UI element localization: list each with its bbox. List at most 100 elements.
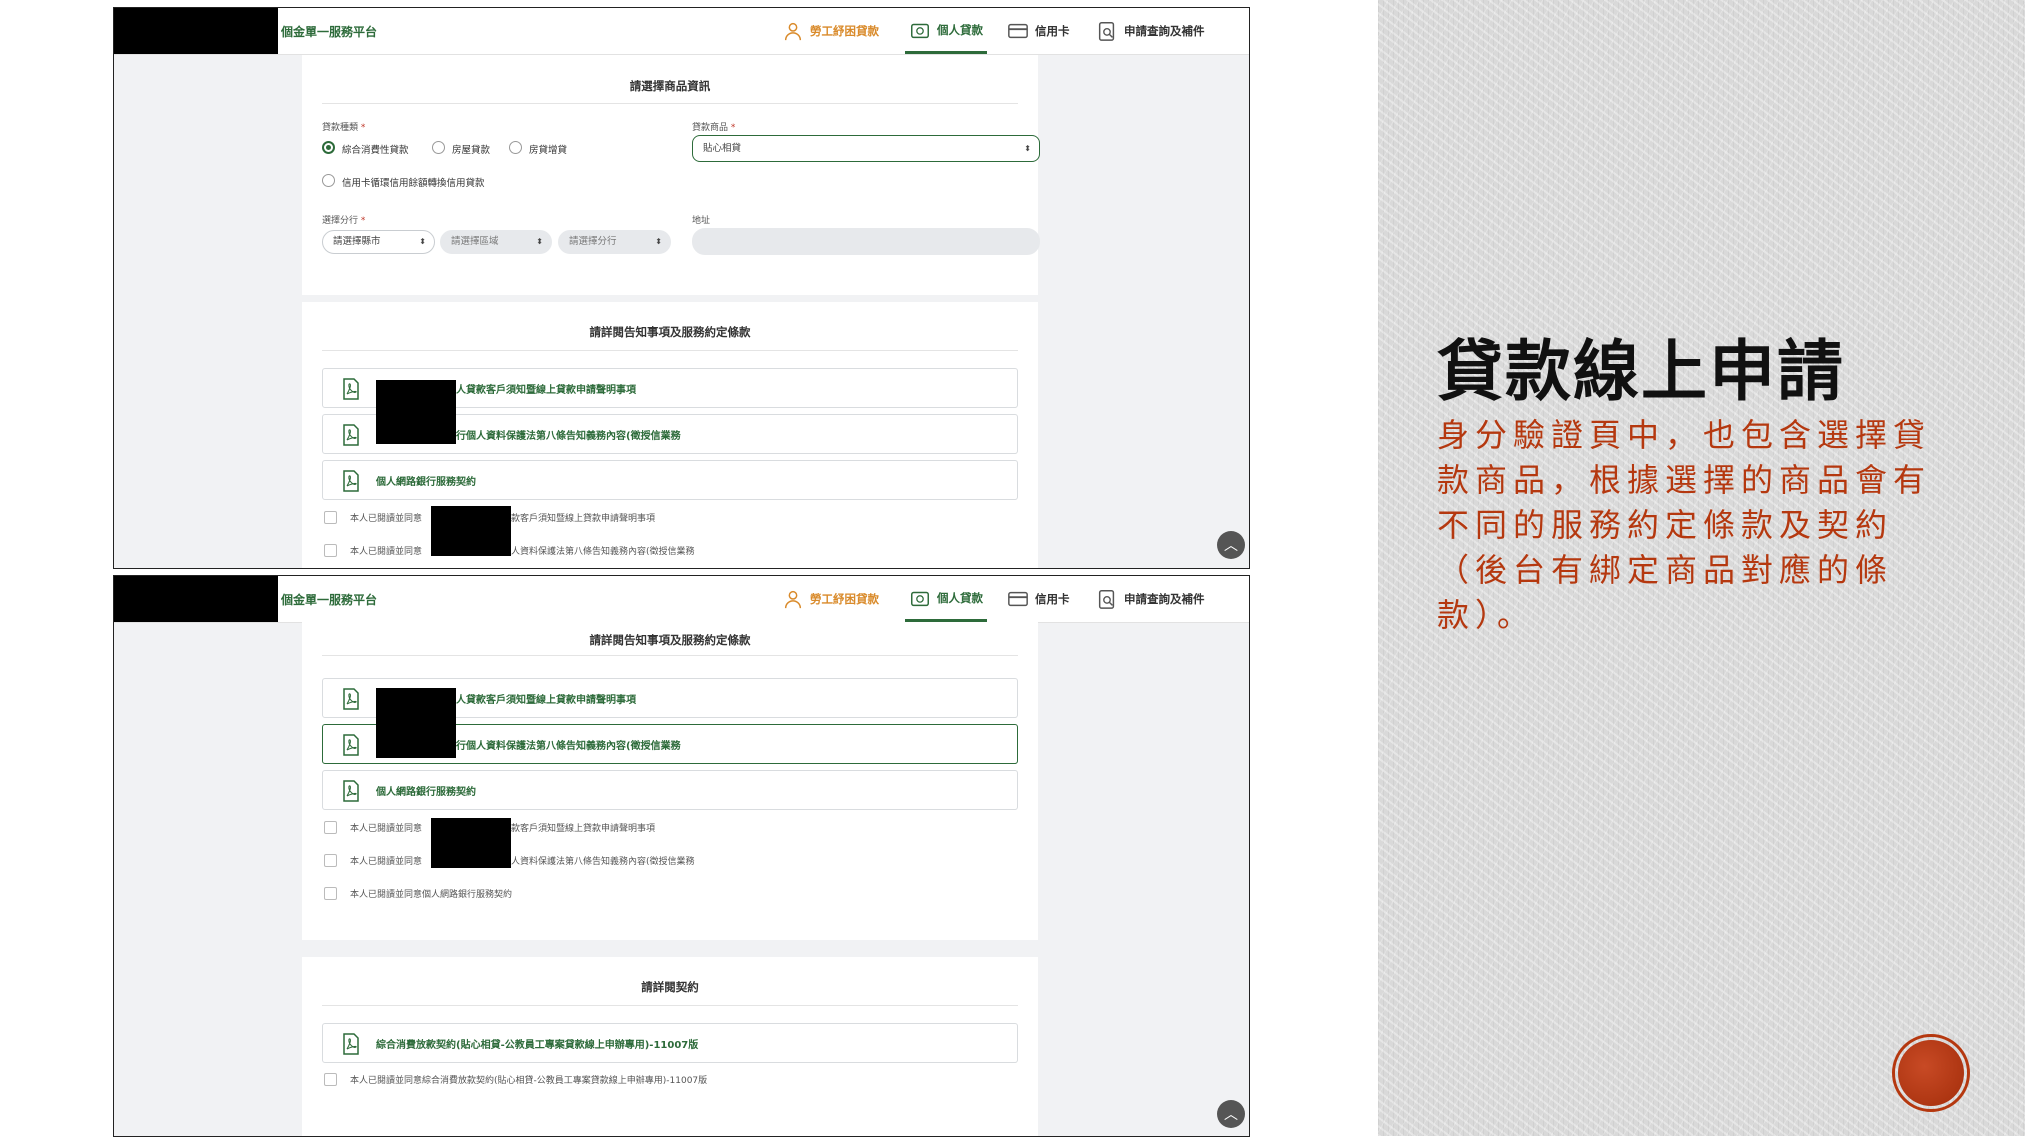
loan-product-value: 貼心相貸: [703, 143, 742, 154]
agree-ebank-checkbox[interactable]: [324, 887, 337, 900]
pdf-icon: [343, 470, 359, 492]
nav-inquiry[interactable]: 申請查詢及補件: [1096, 576, 1205, 622]
slide-title: 貸款線上申請: [1437, 333, 1845, 410]
radio-loan-type-consumer[interactable]: [322, 141, 335, 154]
doc-ebank-contract-label: 個人網路銀行服務契約: [376, 477, 476, 488]
divider: [322, 350, 1018, 351]
redacted-bank-name: [431, 818, 511, 868]
scroll-to-top-button[interactable]: ︿: [1217, 1100, 1245, 1128]
slide-body-text: 身分驗證頁中，也包含選擇貸款商品，根據選擇的商品會有不同的服務約定條款及契約（後…: [1437, 416, 1932, 634]
doc-ebank-contract-label: 個人網路銀行服務契約: [376, 787, 476, 798]
redacted-logo: [114, 8, 278, 54]
decorative-circle-fill: [1898, 1040, 1964, 1106]
agree-loan-notice-checkbox[interactable]: [324, 821, 337, 834]
nav-credit-card[interactable]: 信用卡: [1007, 8, 1070, 54]
radio-loan-type-card-convert[interactable]: [322, 174, 335, 187]
divider: [322, 103, 1018, 104]
doc-consumer-loan-contract-label: 綜合消費放款契約(貼心相貸-公教員工專案貸款線上申辦專用)-11007版: [376, 1040, 699, 1051]
radio-loan-type-housing[interactable]: [432, 141, 445, 154]
product-panel: 請選擇商品資訊 貸款種類 * 綜合消費性貸款 房屋貸款 房貸增貸 信用卡循環信用…: [302, 55, 1040, 295]
agree-loan-notice-checkbox[interactable]: [324, 511, 337, 524]
nav-inquiry[interactable]: 申請查詢及補件: [1096, 8, 1205, 54]
credit-card-icon: [1008, 591, 1028, 607]
branch-placeholder: 請選擇分行: [569, 236, 617, 247]
nav-labor-loan[interactable]: 勞工紓困貸款: [782, 8, 879, 54]
nav-personal-loan[interactable]: 個人貸款: [905, 8, 987, 54]
loan-type-card-convert-label: 信用卡循環信用餘額轉換信用貸款: [342, 178, 485, 189]
platform-title: 個金單一服務平台: [281, 593, 378, 607]
pdf-icon: [343, 734, 359, 756]
nav-inquiry-label: 申請查詢及補件: [1124, 592, 1205, 606]
chevron-up-icon: ︿: [1224, 1107, 1238, 1123]
branch-district-placeholder: 請選擇區域: [451, 236, 499, 247]
nav-labor-label: 勞工紓困貸款: [810, 24, 879, 38]
branch-label-text: 選擇分行: [322, 216, 359, 226]
agree-loan-notice-suffix: 貸款客戶須知暨線上貸款申請聲明事項: [502, 514, 656, 524]
agree-prefix: 本人已閱讀並同意: [350, 547, 423, 557]
agree-privacy-text: 本人已閱讀並同意 個人資料保護法第八條告知義務內容(徵授信業務: [350, 854, 695, 867]
worker-icon: [784, 590, 802, 609]
agree-loan-notice-suffix: 貸款客戶須知暨線上貸款申請聲明事項: [502, 824, 656, 834]
redacted-logo: [114, 576, 278, 622]
chevron-up-icon: ︿: [1224, 538, 1238, 554]
contract-section-title: 請詳閱契約: [641, 980, 699, 994]
platform-title: 個金單一服務平台: [281, 25, 378, 39]
product-section-title: 請選擇商品資訊: [629, 79, 711, 93]
loan-product-select[interactable]: 貼心相貸 ⬍: [692, 135, 1040, 162]
nav-labor-loan[interactable]: 勞工紓困貸款: [782, 576, 879, 622]
address-label: 地址: [692, 216, 711, 226]
loan-product-label-text: 貸款商品: [692, 123, 729, 133]
screenshot-terms-contract: 個金單一服務平台 勞工紓困貸款 個人貸款 信用卡 申請查詢及補件 請詳閱告知事項…: [113, 575, 1250, 1137]
terms-section-title: 請詳閱告知事項及服務約定條款: [589, 633, 751, 647]
screenshot-product-selection: 個金單一服務平台 勞工紓困貸款 個人貸款 信用卡 申請查詢及補件 請選擇商品資訊…: [113, 7, 1250, 569]
loan-product-label: 貸款商品 *: [692, 120, 735, 133]
agree-privacy-checkbox[interactable]: [324, 544, 337, 557]
terms-section-title: 請詳閱告知事項及服務約定條款: [589, 325, 751, 339]
nav-personal-label: 個人貸款: [937, 22, 983, 37]
agree-prefix: 本人已閱讀並同意: [350, 857, 423, 867]
doc-privacy-notice-label: 行個人資料保護法第八條告知義務內容(徵授信業務: [456, 431, 681, 442]
agree-contract-checkbox[interactable]: [324, 1073, 337, 1086]
scroll-to-top-button[interactable]: ︿: [1217, 531, 1245, 559]
pdf-icon: [343, 1033, 359, 1055]
nav-personal-loan[interactable]: 個人貸款: [905, 576, 987, 622]
agree-contract-text: 本人已閱讀並同意綜合消費放款契約(貼心相貸-公教員工專案貸款線上申辦專用)-11…: [350, 1076, 708, 1086]
branch-select[interactable]: 請選擇分行 ⬍: [558, 230, 671, 254]
doc-ebank-contract[interactable]: 個人網路銀行服務契約: [322, 770, 1018, 810]
redacted-bank-name: [376, 688, 456, 758]
top-navigation: 個金單一服務平台 勞工紓困貸款 個人貸款 信用卡 申請查詢及補件: [114, 576, 1249, 623]
divider: [322, 655, 1018, 656]
required-mark: *: [360, 123, 366, 133]
address-field[interactable]: [692, 228, 1040, 255]
radio-loan-type-top-up[interactable]: [509, 141, 522, 154]
agree-privacy-suffix: 個人資料保護法第八條告知義務內容(徵授信業務: [502, 547, 695, 557]
doc-consumer-loan-contract[interactable]: 綜合消費放款契約(貼心相貸-公教員工專案貸款線上申辦專用)-11007版: [322, 1023, 1018, 1063]
branch-district-select[interactable]: 請選擇區域 ⬍: [440, 230, 552, 254]
pdf-icon: [343, 780, 359, 802]
select-caret-icon: ⬍: [1024, 144, 1031, 153]
clipboard-search-icon: [1098, 590, 1115, 609]
branch-city-select[interactable]: 請選擇縣市 ⬍: [322, 230, 435, 254]
top-navigation: 個金單一服務平台 勞工紓困貸款 個人貸款 信用卡 申請查詢及補件: [114, 8, 1249, 55]
nav-card-label: 信用卡: [1035, 24, 1070, 38]
redacted-bank-name: [376, 380, 456, 444]
nav-inquiry-label: 申請查詢及補件: [1124, 24, 1205, 38]
nav-credit-card[interactable]: 信用卡: [1007, 576, 1070, 622]
nav-card-label: 信用卡: [1035, 592, 1070, 606]
divider: [322, 1005, 1018, 1006]
pdf-icon: [343, 688, 359, 710]
branch-city-placeholder: 請選擇縣市: [333, 236, 381, 247]
doc-privacy-notice-label: 行個人資料保護法第八條告知義務內容(徵授信業務: [456, 741, 681, 752]
doc-loan-notice-label: 人貸款客戶須知暨線上貸款申請聲明事項: [456, 385, 636, 396]
agree-ebank-text: 本人已閱讀並同意個人網路銀行服務契約: [350, 890, 513, 900]
loan-type-top-up-label: 房貸增貸: [529, 145, 568, 156]
money-icon: [911, 23, 929, 38]
doc-ebank-contract[interactable]: 個人網路銀行服務契約: [322, 460, 1018, 500]
agree-prefix: 本人已閱讀並同意: [350, 514, 423, 524]
agree-privacy-checkbox[interactable]: [324, 854, 337, 867]
branch-label: 選擇分行 *: [322, 213, 365, 226]
select-caret-icon: ⬍: [655, 237, 662, 246]
loan-type-consumer-label: 綜合消費性貸款: [342, 145, 409, 156]
pdf-icon: [343, 424, 359, 446]
agree-privacy-suffix: 個人資料保護法第八條告知義務內容(徵授信業務: [502, 857, 695, 867]
